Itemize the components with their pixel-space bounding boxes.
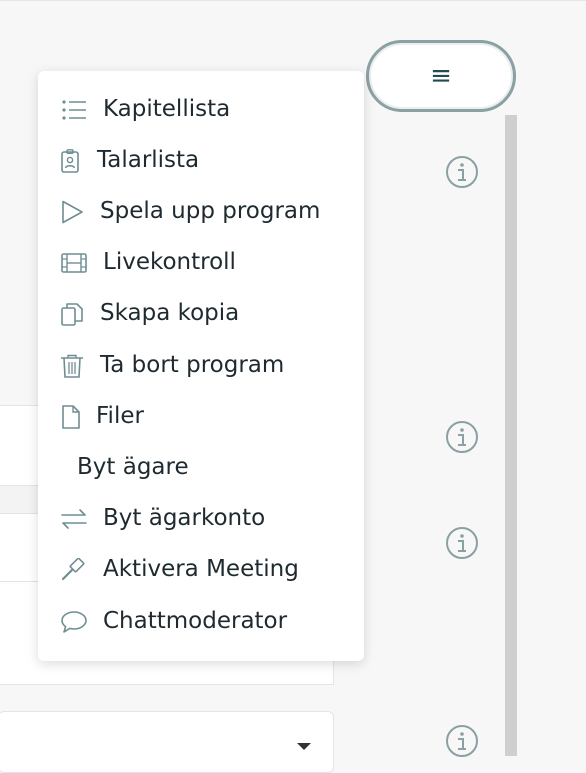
menu-item-label: Kapitellista (103, 96, 231, 122)
select-caret-icon[interactable] (297, 743, 311, 750)
info-icon[interactable] (445, 724, 479, 758)
menu-item-label: Talarlista (97, 147, 200, 173)
menu-item-spela-upp-program[interactable]: Spela upp program (38, 191, 364, 231)
menu-item-label: Skapa kopia (100, 300, 240, 326)
menu-item-aktivera-meeting[interactable]: Aktivera Meeting (38, 549, 364, 589)
info-icon[interactable] (445, 526, 479, 560)
menu-item-byt-agarkonto[interactable]: Byt ägarkonto (38, 498, 364, 538)
copy-icon (60, 302, 86, 326)
menu-item-label: Ta bort program (100, 352, 285, 378)
play-icon (60, 200, 86, 224)
menu-item-label: Chattmoderator (103, 608, 288, 634)
menu-item-talarlista[interactable]: Talarlista (38, 140, 364, 180)
menu-item-livekontroll[interactable]: Livekontroll (38, 242, 364, 282)
top-divider (0, 0, 586, 1)
select-field[interactable] (0, 711, 334, 773)
menu-item-skapa-kopia[interactable]: Skapa kopia (38, 293, 364, 333)
menu-item-label: Byt ägare (77, 454, 189, 480)
swap-arrows-icon (61, 507, 87, 531)
hamburger-icon: ≡ (430, 61, 452, 91)
menu-item-byt-agare[interactable]: Byt ägare (38, 447, 364, 487)
menu-item-kapitellista[interactable]: Kapitellista (38, 89, 364, 129)
chat-bubble-icon (61, 610, 87, 634)
info-icon[interactable] (445, 420, 479, 454)
info-icon[interactable] (445, 155, 479, 189)
gavel-icon (61, 558, 87, 582)
menu-item-filer[interactable]: Filer (38, 396, 364, 436)
menu-item-label: Livekontroll (103, 249, 236, 275)
menu-item-label: Spela upp program (100, 198, 321, 224)
menu-item-ta-bort-program[interactable]: Ta bort program (38, 345, 364, 385)
trash-icon (60, 354, 86, 378)
menu-item-label: Filer (96, 403, 144, 429)
actions-dropdown-menu: Kapitellista Talarlista Spela upp progra… (38, 71, 364, 661)
menu-item-label: Aktivera Meeting (103, 556, 299, 582)
badge-icon (58, 149, 84, 173)
menu-item-chattmoderator[interactable]: Chattmoderator (38, 601, 364, 641)
file-icon (60, 405, 86, 429)
scrollbar[interactable] (505, 115, 517, 756)
menu-toggle-button[interactable]: ≡ (366, 40, 516, 112)
menu-item-label: Byt ägarkonto (103, 505, 266, 531)
list-icon (61, 98, 87, 122)
film-icon (61, 251, 87, 275)
